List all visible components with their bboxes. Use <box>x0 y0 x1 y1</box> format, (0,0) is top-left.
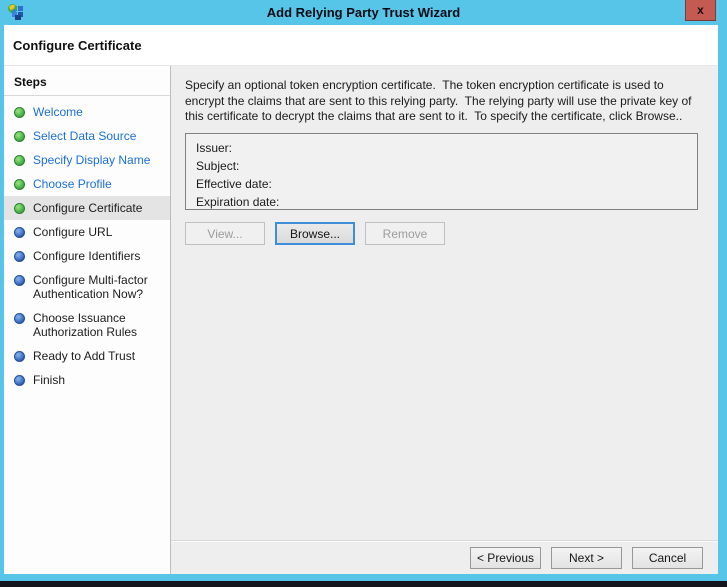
remove-button[interactable]: Remove <box>365 222 445 245</box>
page-content: Specify an optional token encryption cer… <box>171 66 718 574</box>
page-description: Specify an optional token encryption cer… <box>185 78 695 123</box>
step-specify-display-name[interactable]: Specify Display Name <box>4 148 170 172</box>
close-button[interactable]: x <box>685 0 716 21</box>
dialog-body: Steps Welcome Select Data Source Specify… <box>4 66 718 574</box>
step-choose-issuance-rules: Choose Issuance Authorization Rules <box>4 306 170 344</box>
browse-button[interactable]: Browse... <box>275 222 355 245</box>
step-configure-mfa: Configure Multi-factor Authentication No… <box>4 268 170 306</box>
certificate-details-box: Issuer: Subject: Effective date: Expirat… <box>185 133 698 210</box>
cancel-button[interactable]: Cancel <box>632 547 703 569</box>
wizard-footer: < Previous Next > Cancel <box>171 540 718 574</box>
page-header: Configure Certificate <box>4 25 718 66</box>
adfs-app-icon <box>8 4 23 20</box>
view-button[interactable]: View... <box>185 222 265 245</box>
step-configure-url: Configure URL <box>4 220 170 244</box>
steps-list: Welcome Select Data Source Specify Displ… <box>4 100 170 392</box>
step-select-data-source[interactable]: Select Data Source <box>4 124 170 148</box>
window-title: Add Relying Party Trust Wizard <box>266 5 461 20</box>
previous-button[interactable]: < Previous <box>469 547 541 569</box>
steps-sidebar: Steps Welcome Select Data Source Specify… <box>4 66 171 574</box>
page-title: Configure Certificate <box>13 38 142 53</box>
title-bar: Add Relying Party Trust Wizard x <box>0 0 727 25</box>
certificate-subject-label: Subject: <box>196 159 240 173</box>
steps-heading: Steps <box>4 66 170 96</box>
step-configure-certificate: Configure Certificate <box>4 196 170 220</box>
certificate-actions: View... Browse... Remove <box>185 222 445 245</box>
step-finish: Finish <box>4 368 170 392</box>
bottom-strip <box>0 581 727 587</box>
certificate-expiration-date-label: Expiration date: <box>196 195 280 209</box>
step-ready-to-add-trust: Ready to Add Trust <box>4 344 170 368</box>
step-choose-profile[interactable]: Choose Profile <box>4 172 170 196</box>
wizard-window: Add Relying Party Trust Wizard x Configu… <box>0 0 727 587</box>
certificate-effective-date-label: Effective date: <box>196 177 272 191</box>
next-button[interactable]: Next > <box>551 547 622 569</box>
step-configure-identifiers: Configure Identifiers <box>4 244 170 268</box>
dialog-frame: Configure Certificate Steps Welcome Sele… <box>4 25 718 574</box>
step-welcome[interactable]: Welcome <box>4 100 170 124</box>
certificate-issuer-label: Issuer: <box>196 141 233 155</box>
